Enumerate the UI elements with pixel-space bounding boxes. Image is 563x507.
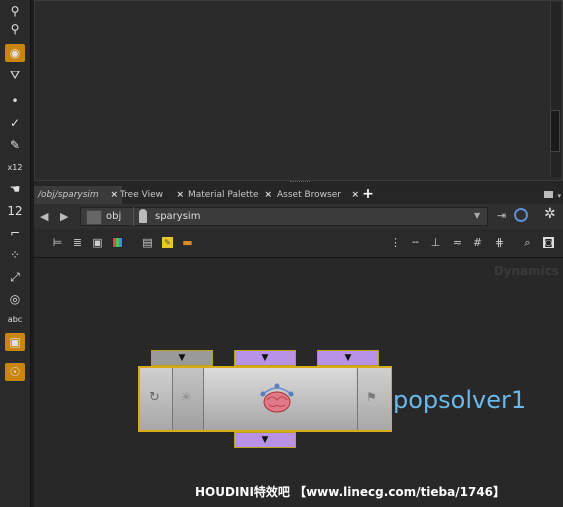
tab-asset-browser[interactable]: Asset Browser × [273, 186, 363, 204]
zoom-icon[interactable]: ⌕ [522, 237, 533, 248]
screenshot-icon[interactable]: ◙ [543, 237, 554, 248]
edit-pen-icon[interactable]: ✎ [5, 136, 25, 154]
node-input-port[interactable]: ▼ [234, 350, 296, 366]
tab-tree-view[interactable]: Tree View × [116, 186, 188, 204]
orange-light-icon[interactable]: ☉ [5, 363, 25, 381]
screenshot-icon[interactable]: ▣ [5, 333, 25, 351]
sop-select-icon[interactable]: ⛛ [5, 66, 25, 84]
pin-icon[interactable]: ⇥ [497, 209, 506, 222]
grid-icon[interactable]: # [472, 237, 483, 248]
tab-material-palette[interactable]: Material Palette × [184, 186, 276, 204]
grid-points-icon[interactable]: ⋕ [494, 237, 505, 248]
xy12-icon[interactable]: x12 [5, 158, 25, 176]
tab-label: /obj/sparysim [38, 190, 99, 200]
dop-network-icon [139, 209, 147, 223]
ruler-icon[interactable]: ⌐ [5, 224, 25, 242]
handle-12-icon[interactable]: 12 [5, 202, 25, 220]
close-icon[interactable]: × [351, 186, 359, 204]
back-arrow-icon[interactable]: ◀ [40, 210, 48, 223]
thumbnail-icon[interactable]: ▣ [92, 237, 103, 248]
subnet-icon[interactable]: ▬ [182, 237, 193, 248]
bypass-icon: ↻ [149, 390, 160, 405]
snap-icon[interactable]: ⊥ [430, 237, 441, 248]
network-box-icon[interactable]: ▤ [142, 237, 153, 248]
list-view-icon[interactable]: ≣ [72, 237, 83, 248]
tab-obj-sparysim[interactable]: /obj/sparysim × [34, 186, 122, 204]
text-abc-icon[interactable]: abc [5, 310, 25, 328]
dash-icon[interactable]: ╌ [410, 237, 421, 248]
person-pin-icon[interactable]: ⚲ [5, 20, 25, 38]
tree-layout-icon[interactable]: ⊨ [52, 237, 63, 248]
lock-icon: ✳ [181, 390, 192, 404]
display-flag-icon: ⚑ [366, 390, 377, 404]
splitter-grip[interactable] [290, 181, 310, 185]
watermark-text: HOUDINI特效吧 【www.linecg.com/tieba/1746】 [195, 485, 506, 499]
align-vertical-icon[interactable]: ⋮ [390, 237, 401, 248]
node-input-port[interactable]: ▼ [151, 350, 213, 366]
tab-label: Tree View [120, 190, 163, 200]
tab-label: Material Palette [188, 190, 259, 200]
pin-icon[interactable]: ⚲ [5, 2, 25, 20]
tab-label: Asset Browser [277, 190, 341, 200]
crumb-separator [123, 207, 134, 226]
hand-icon[interactable]: ☚ [5, 180, 25, 198]
gear-icon[interactable]: ✲ [544, 206, 556, 222]
node-name-label[interactable]: popsolver1 [393, 386, 526, 414]
wire-style-icon[interactable]: ≂ [452, 237, 463, 248]
node-input-port[interactable]: ▼ [317, 350, 379, 366]
sticky-note-icon[interactable]: ✎ [162, 237, 173, 248]
add-tab-button[interactable]: + [362, 186, 374, 204]
obj-network-icon [86, 210, 102, 225]
popsolver-icon [260, 383, 294, 413]
path-crumb-sparysim[interactable]: sparysim [155, 208, 200, 225]
node-output-port[interactable]: ▼ [234, 432, 296, 448]
forward-arrow-icon[interactable]: ▶ [60, 210, 68, 223]
grid-dots-icon[interactable]: ⁘ [5, 246, 25, 264]
chevron-down-icon[interactable]: ▾ [557, 192, 561, 200]
network-context-label: Dynamics [493, 264, 559, 278]
pane-menu-icon[interactable] [544, 191, 553, 198]
dot-icon[interactable]: • [5, 92, 25, 110]
camera-view-icon[interactable]: ◉ [5, 44, 25, 62]
close-icon[interactable]: × [176, 186, 184, 204]
link-icon[interactable] [514, 208, 528, 222]
ik-icon[interactable]: ⤢ [5, 268, 25, 286]
brush-icon[interactable]: ✓ [5, 114, 25, 132]
pane-tab-bar: /obj/sparysim × Tree View × Material Pal… [34, 186, 563, 205]
path-crumb-obj[interactable]: obj [106, 208, 121, 225]
viewer-pane[interactable] [34, 0, 563, 181]
chevron-down-icon[interactable]: ▼ [474, 211, 480, 220]
color-palette-icon[interactable] [112, 237, 123, 248]
viewer-scroll-thumb[interactable] [550, 110, 560, 152]
circle-icon[interactable]: ◎ [5, 290, 25, 308]
close-icon[interactable]: × [264, 186, 272, 204]
